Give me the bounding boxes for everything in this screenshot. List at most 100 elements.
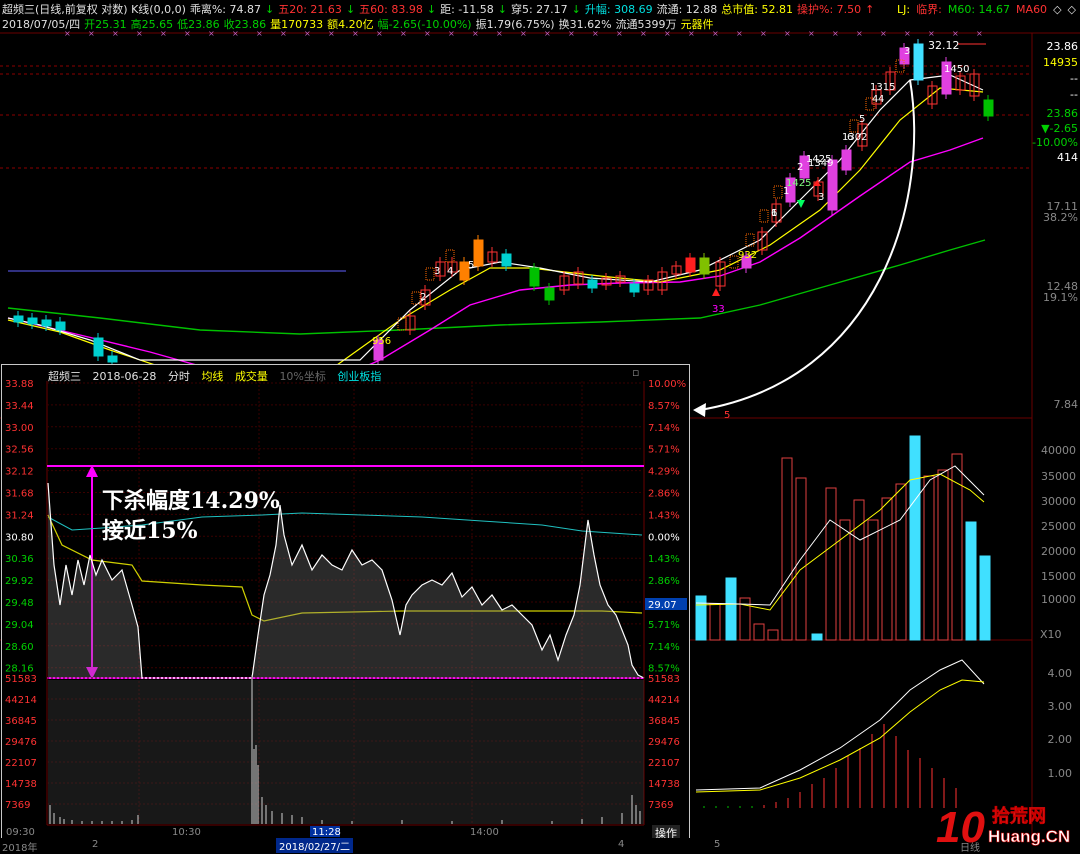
price-mark: 932 (738, 250, 757, 261)
price-axis-label-12: 7.84 (1053, 398, 1079, 411)
inset-vol-label-left: 44214 (5, 695, 37, 706)
x-marker: × (640, 29, 647, 38)
inset-vol-label-right: 44214 (648, 695, 680, 706)
inset-pct-label: 1.43% (648, 510, 680, 521)
candle (685, 257, 696, 273)
candle (913, 43, 924, 81)
volume-bar (753, 623, 765, 641)
macd-axis-label-0: 4.00 (1047, 667, 1073, 680)
month-mark-4: 4 (618, 839, 625, 850)
volume-axis-label-6: 10000 (1041, 593, 1076, 606)
x-marker: × (208, 29, 215, 38)
volume-axis-label-4: 20000 (1041, 545, 1076, 558)
volume-bar (725, 577, 737, 641)
curved-arrow (699, 79, 916, 411)
candle (55, 321, 66, 331)
x-marker: × (568, 29, 575, 38)
volume-bar (709, 603, 721, 641)
x-marker: × (160, 29, 167, 38)
price-axis-label-2: -- (1070, 72, 1078, 85)
price-axis-label-1: 14935 (1043, 56, 1078, 69)
volume-bar (909, 435, 921, 641)
candle (699, 257, 710, 275)
watermark-url: Huang.CN (988, 827, 1070, 846)
price-axis-label-6: -10.00% (1032, 136, 1078, 149)
inset-pct-label: 8.57% (648, 401, 680, 412)
popup-maximize-icon[interactable]: ▫ (632, 366, 639, 379)
month-mark: 2 (92, 839, 99, 850)
macd-axis-label-2: 2.00 (1047, 733, 1073, 746)
x-marker: × (928, 29, 935, 38)
x-marker: × (424, 29, 431, 38)
price-axis-label-7: 414 (1057, 151, 1078, 164)
seq-number: 3 (904, 46, 910, 57)
x-marker: × (784, 29, 791, 38)
x-marker: × (328, 29, 335, 38)
price-mark: 1349 (808, 158, 833, 169)
inset-pct-label: 7.14% (648, 642, 680, 653)
volume-bar (839, 519, 851, 641)
inset-price-label: 32.12 (5, 467, 34, 478)
step-box-6 (759, 209, 769, 223)
step-box-0 (397, 317, 407, 331)
intraday-popup[interactable]: 超频三 2018-06-28 分时 均线 成交量 10%坐标 创业板指 33.8… (1, 364, 690, 841)
volume-bar (767, 629, 779, 641)
volume-bar (979, 555, 991, 641)
candle (841, 149, 852, 171)
inset-pct-label: 4.29% (648, 467, 680, 478)
inset-vol-label-left: 7369 (5, 800, 30, 811)
candle (13, 315, 24, 323)
inset-vol-label-left: 22107 (5, 758, 37, 769)
inset-price-label: 31.68 (5, 489, 34, 500)
volume-axis-label-2: 30000 (1041, 495, 1076, 508)
intraday-chart: 33.88 10.00% 33.44 8.57% 33.00 7.14% 32.56 5.71… (5, 379, 687, 838)
price-axis-label-4: 23.86 (1046, 107, 1079, 120)
step-box-8 (849, 119, 859, 133)
price-mark: 1425 (786, 178, 811, 189)
volume-bar (825, 487, 837, 641)
x-marker: × (904, 29, 911, 38)
cursor-date: 2018/02/27/二 (276, 838, 354, 853)
volume-axis-label-3: 25000 (1041, 520, 1076, 533)
seq-number: 5 (859, 114, 865, 125)
inset-time-label: 14:00 (470, 827, 499, 838)
volume-bar (951, 453, 963, 641)
annotation-near: 接近15% (102, 518, 198, 544)
inset-time-label: 09:30 (6, 827, 35, 838)
inset-price-label: 29.04 (5, 620, 34, 631)
seq-number: 3 (818, 192, 824, 203)
x-marker: × (952, 29, 959, 38)
x-marker: × (544, 29, 551, 38)
price-mark: 33 (712, 304, 725, 315)
inset-pct-label: 1.43% (648, 554, 680, 565)
inset-pct-label: 2.86% (648, 576, 680, 587)
candle (544, 287, 555, 301)
x-marker: × (592, 29, 599, 38)
price-mark: 1302 (842, 132, 867, 143)
price-axis-label-3: -- (1070, 88, 1078, 101)
inset-pct-label: 0.00% (648, 532, 680, 543)
inset-price-label: 32.56 (5, 445, 34, 456)
candle (529, 267, 540, 287)
site-watermark: 10 拾荒网 Huang.CN (936, 800, 1076, 850)
inset-time-label: 10:30 (172, 827, 201, 838)
arrowhead-icon (693, 403, 706, 417)
x-marker: × (112, 29, 119, 38)
seq-number: 4 (878, 94, 884, 105)
inset-price-label: 31.24 (5, 510, 34, 521)
x-marker: × (688, 29, 695, 38)
inset-pct-label: 5.71% (648, 620, 680, 631)
seq-number: 2 (420, 292, 426, 303)
peak-volume: 1450 (944, 64, 969, 75)
inset-price-label: 29.92 (5, 576, 34, 587)
inset-vol-label-left: 36845 (5, 716, 37, 727)
x-marker: × (256, 29, 263, 38)
x-marker: × (400, 29, 407, 38)
price-axis-label-0: 23.86 (1046, 40, 1079, 53)
seq-number: 3 (434, 266, 440, 277)
inset-vol-label-left: 29476 (5, 737, 37, 748)
inset-price-label: 30.36 (5, 554, 34, 565)
month-mark-5: 5 (714, 839, 721, 850)
x-marker: × (376, 29, 383, 38)
price-axis-label-9: 38.2% (1043, 211, 1078, 224)
